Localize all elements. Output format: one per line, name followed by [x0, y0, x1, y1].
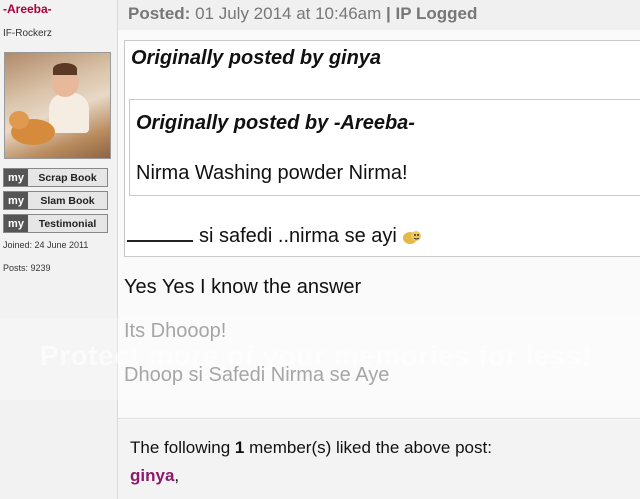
joined-date: Joined: 24 June 2011: [3, 240, 89, 250]
inner-quote-text: Nirma Washing powder Nirma!: [136, 162, 408, 184]
badge-label: Testimonial: [38, 217, 97, 230]
post-meta: Posted: 01 July 2014 at 10:46am | IP Log…: [128, 4, 477, 24]
liker-separator: ,: [174, 466, 180, 485]
testimonial-button[interactable]: my Testimonial: [3, 214, 108, 233]
avatar-figure-hair: [53, 63, 77, 75]
badge-label: Slam Book: [40, 194, 95, 207]
badge-label: Scrap Book: [38, 171, 97, 184]
user-title: IF-Rockerz: [3, 28, 52, 39]
scrapbook-button[interactable]: my Scrap Book: [3, 168, 108, 187]
likes-suffix: member(s) liked the above post:: [249, 438, 492, 457]
liker-link[interactable]: ginya,: [130, 466, 179, 486]
outer-quote-line: si safedi ..nirma se ayi: [127, 225, 422, 248]
likes-count: 1: [234, 438, 245, 457]
avatar-cat-head: [9, 111, 29, 129]
badge-my-label: my: [4, 169, 28, 186]
quote-outer: Originally posted by ginya Originally po…: [124, 40, 640, 257]
outer-quote-text: si safedi ..nirma se ayi: [199, 225, 397, 247]
blank-line: [127, 226, 193, 242]
laugh-emoticon-icon: [403, 230, 422, 244]
watermark-text: Protect more of your memories for less!: [40, 340, 592, 371]
user-sidebar: -Areeba- IF-Rockerz my Scrap Book my Sla…: [0, 0, 118, 499]
reply-line-1: Yes Yes I know the answer: [124, 276, 362, 298]
liker-name[interactable]: ginya: [130, 466, 174, 485]
likes-prefix: The following: [130, 438, 231, 457]
likes-summary: The following 1 member(s) liked the abov…: [130, 438, 492, 458]
quote-inner: Originally posted by -Areeba- Nirma Wash…: [129, 99, 640, 196]
posted-label: Posted:: [128, 4, 191, 23]
username-link[interactable]: -Areeba-: [3, 2, 52, 16]
meta-separator: |: [386, 4, 391, 23]
avatar-figure-body: [49, 93, 89, 133]
badge-my-label: my: [4, 215, 28, 232]
post-count: Posts: 9239: [3, 263, 51, 273]
post-header: Posted: 01 July 2014 at 10:46am | IP Log…: [118, 0, 640, 30]
posted-date: 01 July 2014 at 10:46am: [195, 4, 382, 23]
likes-panel: The following 1 member(s) liked the abov…: [118, 420, 640, 499]
ip-logged: IP Logged: [395, 4, 478, 23]
slambook-button[interactable]: my Slam Book: [3, 191, 108, 210]
avatar[interactable]: [4, 52, 111, 159]
inner-quote-header: Originally posted by -Areeba-: [136, 112, 415, 134]
divider: [118, 418, 640, 419]
outer-quote-header: Originally posted by ginya: [131, 47, 382, 69]
badge-my-label: my: [4, 192, 28, 209]
